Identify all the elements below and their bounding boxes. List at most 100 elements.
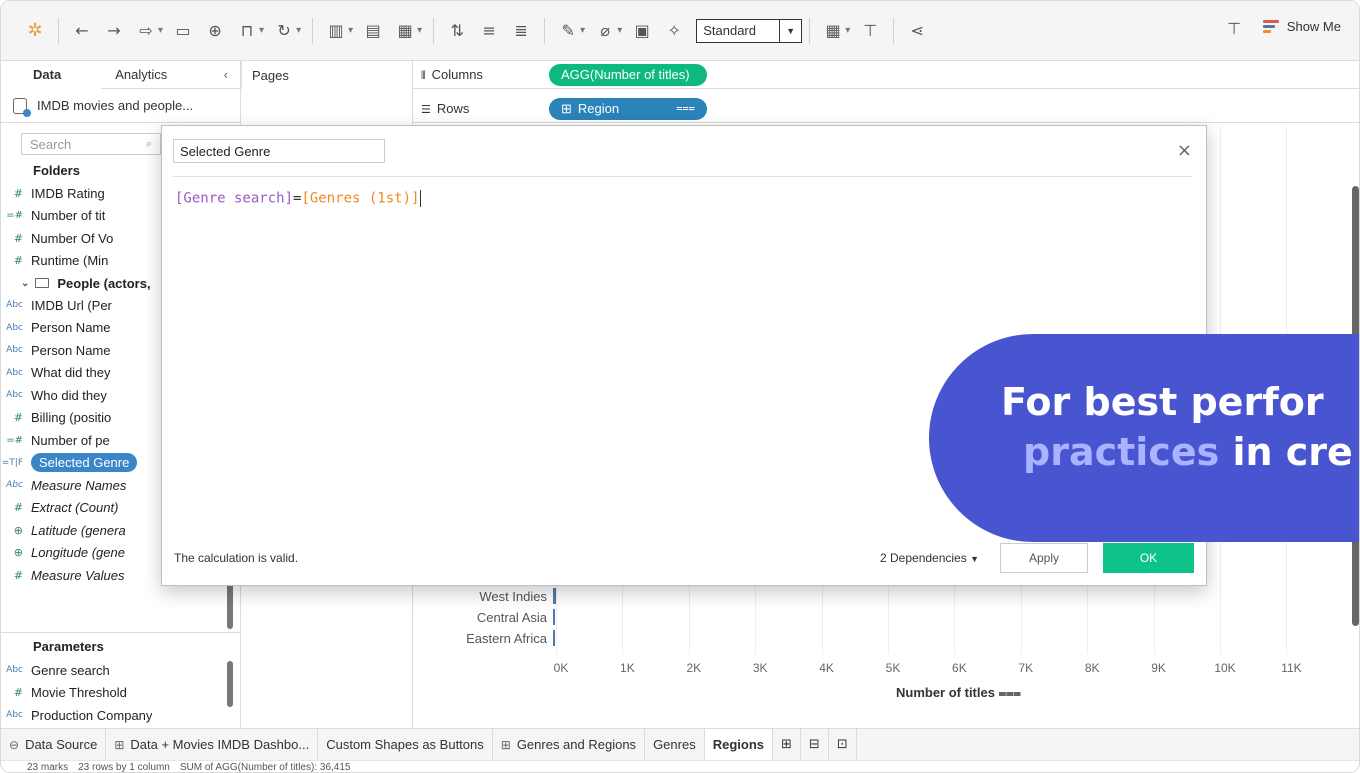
dropdown-caret-icon[interactable]: ▾: [580, 25, 585, 36]
share-icon[interactable]: ⋖: [906, 20, 928, 42]
parameters-list: Abc Genre search # Movie Threshold Abc Produc…: [1, 659, 241, 727]
chevron-down-icon: ▼: [779, 19, 795, 42]
dropdown-caret-icon[interactable]: ▾: [417, 25, 422, 36]
tab-analytics[interactable]: Analytics: [101, 61, 185, 89]
dashboard-icon: ⊞: [114, 737, 125, 752]
view-size-select[interactable]: Standard ▼: [696, 18, 803, 43]
scrollbar[interactable]: [227, 581, 233, 629]
sheet-tab[interactable]: ⊞ Data + Movies IMDB Dashbo...: [106, 728, 319, 761]
datasource-item[interactable]: IMDB movies and people...: [1, 89, 240, 123]
dropdown-caret-icon[interactable]: ▾: [158, 25, 163, 36]
rows-pill[interactable]: ⊞ Region ⩶: [549, 97, 707, 120]
sheet-tab[interactable]: Custom Shapes as Buttons: [318, 728, 493, 761]
redo-icon[interactable]: ⇨: [135, 20, 157, 42]
toolbar: ✲ ← → ⇨ ▾ ▭ ⊕ ⊓ ▾ ↻ ▾ ▥ ▾ ▤ ▦ ▾ ⇅ ≡ ≣ ✎ …: [1, 1, 1359, 61]
new-dashboard-tab-icon[interactable]: ⊟: [801, 728, 829, 761]
rows-shelf[interactable]: ☰ Rows ⊞ Region ⩶: [413, 95, 1359, 123]
refresh-icon[interactable]: ↻: [273, 20, 295, 42]
string-type-icon: Abc: [6, 367, 23, 378]
dropdown-caret-icon[interactable]: ▾: [617, 25, 622, 36]
formula-field: [Genres (1st)]: [301, 190, 420, 207]
field-item[interactable]: Abc Production Company: [1, 704, 241, 727]
search-input[interactable]: Search ⌕: [21, 133, 161, 155]
new-datasource-icon[interactable]: ⊕: [204, 20, 226, 42]
sort-asc-icon[interactable]: ≡: [478, 20, 500, 42]
dropdown-caret-icon[interactable]: ▾: [296, 25, 301, 36]
dropdown-caret-icon[interactable]: ▾: [348, 25, 353, 36]
field-item[interactable]: Abc Genre search: [1, 659, 241, 682]
sheet-tab[interactable]: Regions: [704, 728, 773, 761]
x-tick-label: 9K: [1151, 661, 1166, 675]
field-item[interactable]: # Movie Threshold: [1, 682, 241, 705]
forward-icon[interactable]: →: [103, 20, 125, 42]
tab-data[interactable]: Data: [1, 60, 102, 89]
sheet-tab[interactable]: ⊞ Genres and Regions: [493, 728, 646, 761]
calc-name-input[interactable]: Selected Genre: [173, 139, 385, 163]
row-label[interactable]: Central Asia: [413, 610, 547, 625]
expand-icon: ⊞: [561, 100, 572, 116]
toolbar-separator: [893, 17, 895, 44]
toolbar-separator: [809, 17, 811, 44]
field-label: Selected Genre: [31, 453, 138, 473]
ok-button[interactable]: OK: [1103, 543, 1194, 573]
x-tick-label: 11K: [1281, 661, 1302, 675]
new-worksheet-tab-icon[interactable]: ⊞: [773, 728, 801, 761]
presentation-icon[interactable]: ⊤: [859, 20, 881, 42]
bar[interactable]: [553, 588, 557, 604]
duplicate-icon[interactable]: ▤: [362, 20, 384, 42]
dropdown-caret-icon[interactable]: ▾: [845, 25, 850, 36]
collapse-icon[interactable]: ‹: [224, 67, 228, 82]
x-axis-label: Number of titles: [896, 685, 995, 700]
status-sum: SUM of AGG(Number of titles): 36,415: [179, 762, 351, 773]
sheet-tab[interactable]: ⊖ Data Source: [1, 728, 107, 761]
bar[interactable]: [553, 609, 555, 625]
show-me-button[interactable]: Show Me: [1262, 19, 1341, 34]
new-worksheet-icon[interactable]: ▥: [325, 20, 347, 42]
tableau-window: ✲ ← → ⇨ ▾ ▭ ⊕ ⊓ ▾ ↻ ▾ ▥ ▾ ▤ ▦ ▾ ⇅ ≡ ≣ ✎ …: [0, 0, 1360, 773]
divider: [173, 176, 1192, 177]
dropdown-caret-icon[interactable]: ▾: [259, 25, 264, 36]
tableau-logo-icon[interactable]: ✲: [24, 20, 46, 42]
columns-shelf[interactable]: ⫴ Columns AGG(Number of titles): [413, 61, 1359, 89]
close-icon[interactable]: ×: [1177, 140, 1192, 161]
comment-icon[interactable]: ⊤: [1227, 19, 1241, 38]
group-icon[interactable]: ⌀: [594, 20, 616, 42]
back-icon[interactable]: ←: [71, 20, 93, 42]
boolean-calc-icon: =T|F: [1, 457, 23, 468]
string-type-icon: Abc: [6, 665, 23, 676]
clear-icon[interactable]: ▦: [394, 20, 416, 42]
new-story-tab-icon[interactable]: ⊡: [829, 728, 857, 761]
x-tick-label: 2K: [686, 661, 702, 675]
x-tick-label: 5K: [885, 661, 901, 675]
number-type-icon: #: [13, 411, 23, 425]
pause-icon[interactable]: ⊓: [236, 20, 258, 42]
sort-desc-icon[interactable]: ≣: [510, 20, 532, 42]
number-type-icon: #: [13, 231, 23, 245]
formula-editor[interactable]: [Genre search]=[Genres (1st)]: [175, 190, 422, 207]
field-label: What did they: [31, 365, 111, 381]
sort-icon[interactable]: ⩶: [999, 685, 1021, 700]
columns-pill[interactable]: AGG(Number of titles): [549, 63, 707, 86]
calc-status: The calculation is valid.: [174, 551, 299, 565]
sheet-tab[interactable]: Genres: [645, 728, 705, 761]
dependencies-dropdown[interactable]: 2 Dependencies ▼: [880, 551, 979, 565]
label-icon[interactable]: ▣: [631, 20, 653, 42]
swap-icon[interactable]: ⇅: [446, 20, 468, 42]
bar[interactable]: [553, 630, 555, 646]
highlight-icon[interactable]: ✎: [557, 20, 579, 42]
x-tick-label: 1K: [620, 661, 635, 675]
pin-icon[interactable]: ✧: [663, 20, 685, 42]
string-type-icon: Abc: [6, 710, 23, 721]
globe-icon: ⊕: [13, 523, 23, 537]
datasource-icon: ⊖: [9, 737, 20, 752]
apply-button[interactable]: Apply: [1000, 543, 1088, 573]
row-label[interactable]: Eastern Africa: [413, 631, 547, 646]
search-icon: ⌕: [145, 137, 152, 150]
string-type-icon: Abc: [6, 390, 23, 401]
globe-icon: ⊕: [13, 546, 23, 560]
fit-icon[interactable]: ▦: [822, 20, 844, 42]
scrollbar[interactable]: [227, 661, 233, 707]
save-icon[interactable]: ▭: [172, 20, 194, 42]
chevron-down-icon: ⌄: [21, 277, 30, 289]
row-label[interactable]: West Indies: [413, 589, 547, 604]
